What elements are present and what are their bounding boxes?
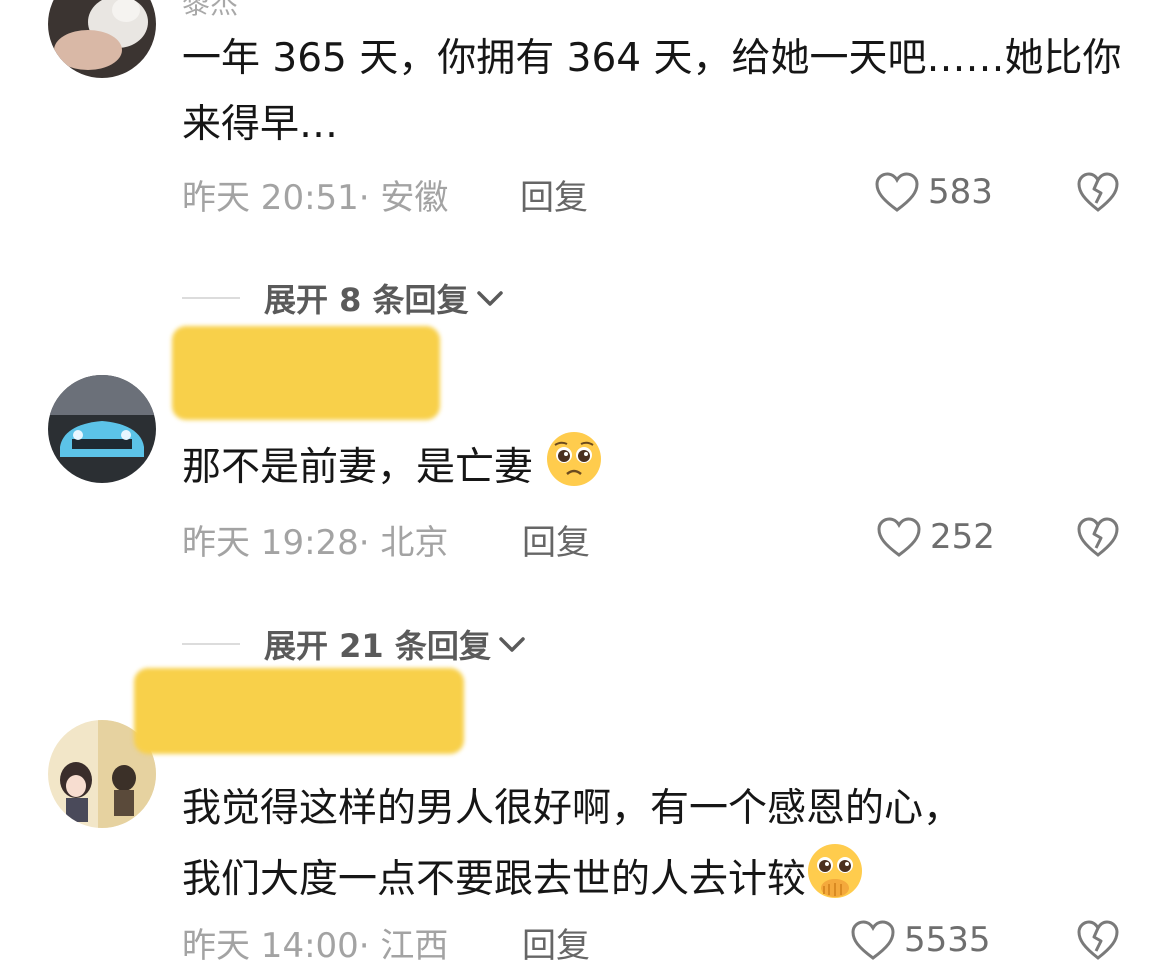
comment-body-line: 我觉得这样的男人很好啊，有一个感恩的心， bbox=[182, 786, 963, 831]
comment-body: 一年 365 天，你拥有 364 天，给她一天吧……她比你来得早… bbox=[182, 36, 1122, 147]
reply-button[interactable]: 回复 bbox=[520, 170, 588, 219]
expand-replies-label: 展开 8 条回复 bbox=[264, 281, 469, 319]
chevron-down-icon bbox=[476, 291, 503, 306]
comment-body: 那不是前妻，是亡妻 bbox=[182, 445, 534, 490]
divider bbox=[182, 643, 240, 645]
expand-replies-label: 展开 21 条回复 bbox=[264, 627, 491, 665]
like-count: 583 bbox=[928, 172, 993, 212]
hand-over-mouth-emoji bbox=[808, 844, 863, 898]
comment-text: 一年 365 天，你拥有 364 天，给她一天吧……她比你来得早… bbox=[182, 26, 1142, 158]
reply-button[interactable]: 回复 bbox=[522, 515, 590, 564]
reply-button[interactable]: 回复 bbox=[522, 918, 590, 967]
chevron-down-icon bbox=[499, 637, 525, 652]
heart-outline-icon bbox=[875, 172, 919, 212]
avatar[interactable] bbox=[48, 0, 156, 78]
like-count: 5535 bbox=[904, 920, 991, 960]
pleading-face-emoji bbox=[547, 432, 602, 486]
like-button[interactable]: 5535 bbox=[850, 918, 991, 962]
expand-replies-button[interactable]: 展开 21 条回复 bbox=[182, 622, 527, 666]
broken-heart-icon[interactable] bbox=[1076, 919, 1120, 961]
comment-meta: 昨天 20:51· 安徽 bbox=[182, 178, 449, 218]
comment-text: 我觉得这样的男人很好啊，有一个感恩的心， 我们大度一点不要跟去世的人去计较 bbox=[182, 776, 1142, 913]
comment-text: 那不是前妻，是亡妻 bbox=[182, 430, 1142, 501]
expand-replies-button[interactable]: 展开 8 条回复 bbox=[182, 276, 505, 320]
like-button[interactable]: 252 bbox=[876, 515, 995, 559]
comment-body-line: 我们大度一点不要跟去世的人去计较 bbox=[182, 842, 1142, 913]
divider bbox=[182, 297, 240, 299]
like-button[interactable]: 583 bbox=[874, 170, 993, 214]
comment-meta: 昨天 14:00· 江西 bbox=[182, 926, 449, 966]
redaction-overlay bbox=[134, 668, 464, 754]
broken-heart-icon[interactable] bbox=[1076, 516, 1120, 558]
avatar-cat-image bbox=[48, 0, 156, 78]
broken-heart-icon[interactable] bbox=[1076, 171, 1120, 213]
avatar[interactable] bbox=[48, 375, 156, 483]
heart-outline-icon bbox=[851, 920, 895, 960]
redaction-overlay bbox=[172, 326, 440, 420]
comment-meta: 昨天 19:28· 北京 bbox=[182, 523, 449, 563]
username[interactable]: 黎杰 bbox=[182, 0, 238, 22]
heart-outline-icon bbox=[877, 517, 921, 557]
like-count: 252 bbox=[930, 517, 995, 557]
avatar-car-image bbox=[48, 375, 156, 483]
